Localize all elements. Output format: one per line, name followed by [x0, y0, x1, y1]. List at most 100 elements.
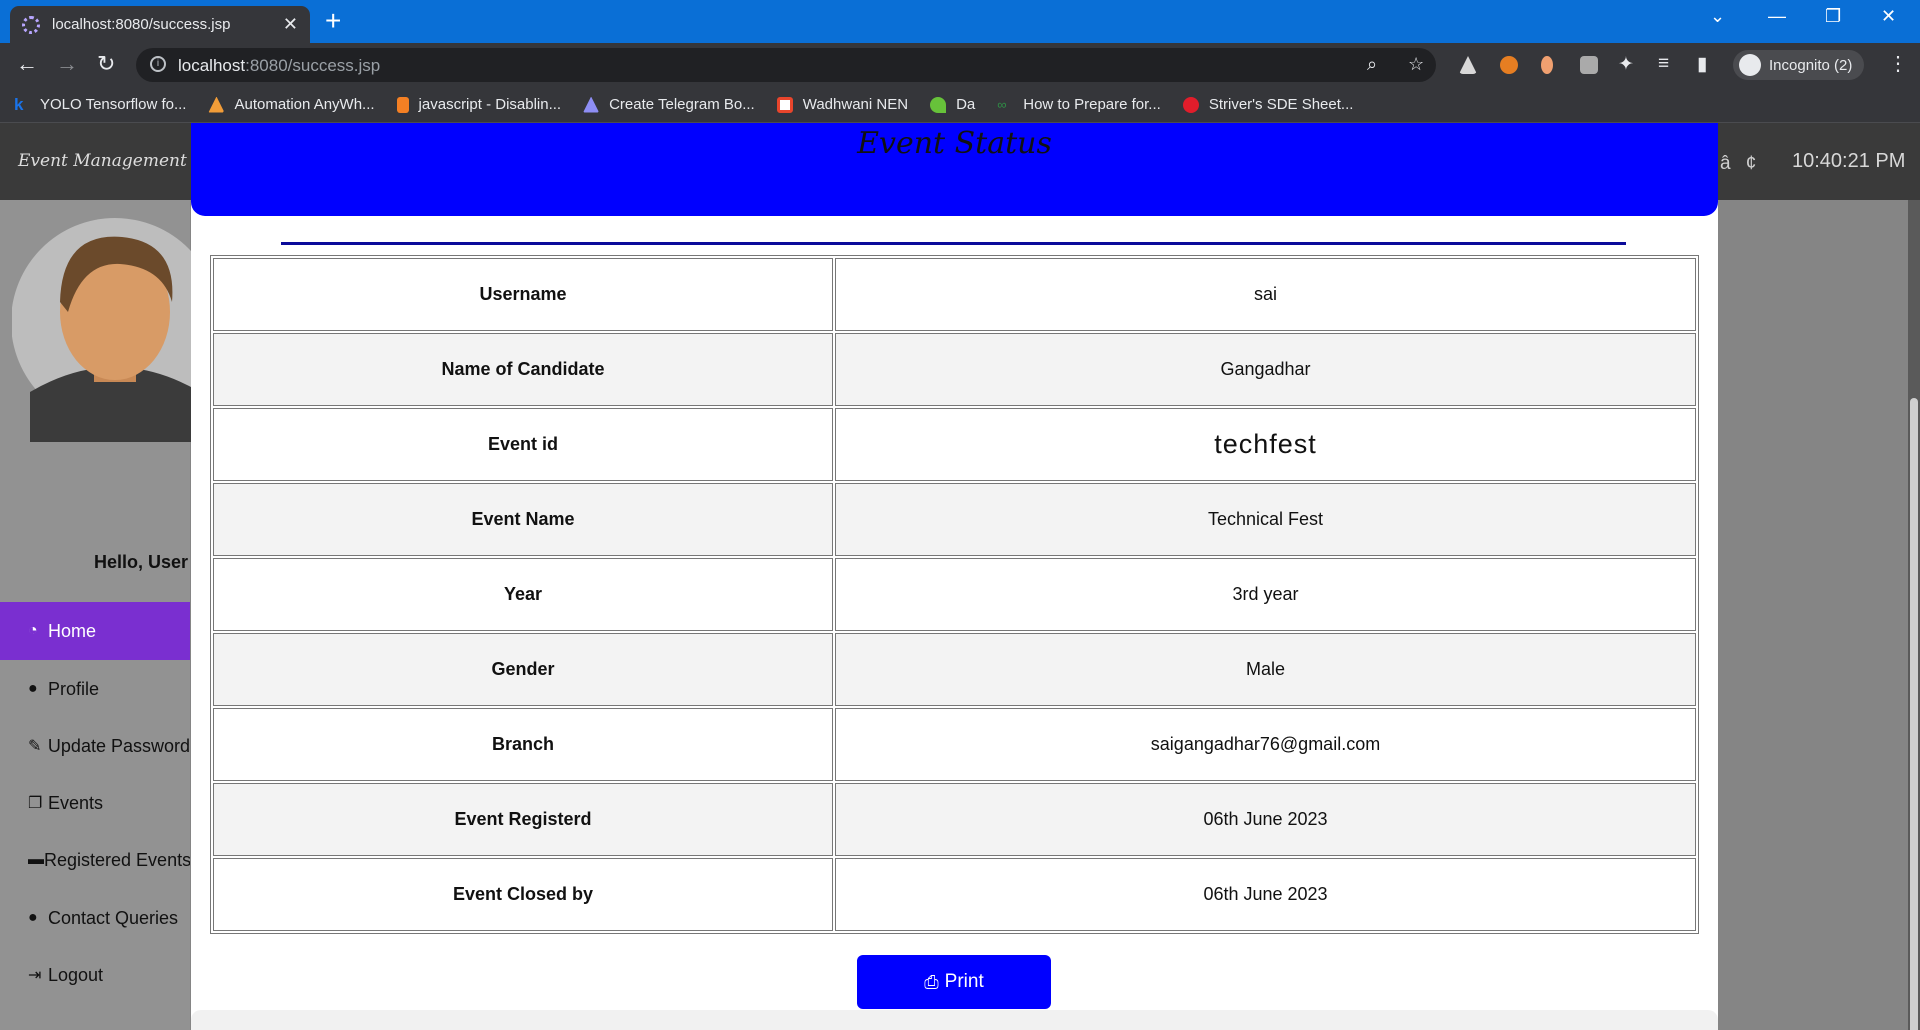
loading-icon	[22, 15, 40, 34]
divider	[281, 242, 1626, 245]
bookmark-item[interactable]: ∞ How to Prepare for...	[997, 96, 1161, 113]
row-label: Name of Candidate	[213, 333, 833, 406]
event-details-table: Username sai Name of Candidate Gangadhar…	[210, 255, 1699, 934]
reload-button[interactable]: ↻	[97, 51, 115, 77]
dashboard-icon: ◔	[28, 622, 38, 639]
incognito-profile-button[interactable]: Incognito (2)	[1733, 50, 1865, 80]
bookmark-k-icon: k	[14, 94, 24, 114]
restore-button[interactable]: ❐	[1825, 6, 1841, 27]
bookmark-item[interactable]: javascript - Disablin...	[396, 96, 561, 113]
back-button[interactable]: ←	[16, 51, 38, 77]
geeksforgeeks-icon: ∞	[997, 96, 1007, 112]
bookmark-item[interactable]: Wadhwani NEN	[776, 96, 908, 113]
row-label: Year	[213, 558, 833, 631]
browser-toolbar: ← → ↻ i localhost:8080/success.jsp ⌕ ☆ ✦…	[0, 43, 1920, 87]
extension-drop-icon[interactable]	[1541, 56, 1553, 74]
close-tab-icon[interactable]: ✕	[283, 14, 298, 35]
bookmark-item[interactable]: Automation AnyWh...	[208, 96, 375, 113]
row-value: 06th June 2023	[835, 858, 1696, 931]
sidebar-item-events[interactable]: ❐ Events	[0, 774, 190, 832]
browser-tab[interactable]: localhost:8080/success.jsp ✕	[10, 6, 310, 43]
user-avatar	[12, 218, 218, 442]
bookmark-box-icon	[776, 96, 793, 113]
table-row: Event id techfest	[213, 408, 1696, 481]
stackoverflow-icon	[396, 96, 409, 113]
row-label: Event id	[213, 408, 833, 481]
sign-out-icon: ⇥	[28, 967, 42, 984]
sidebar-item-home[interactable]: ◔ Home	[0, 602, 190, 660]
table-row: Username sai	[213, 258, 1696, 331]
tab-title: localhost:8080/success.jsp	[52, 16, 231, 33]
extensions-puzzle-icon[interactable]: ✦	[1618, 53, 1634, 76]
close-window-button[interactable]: ✕	[1881, 6, 1896, 27]
row-value: saigangadhar76@gmail.com	[835, 708, 1696, 781]
bookmarks-bar: k YOLO Tensorflow fo... Automation AnyWh.…	[0, 87, 1920, 123]
row-label: Username	[213, 258, 833, 331]
print-label: Print	[944, 971, 984, 992]
sidebar-item-logout[interactable]: ⇥ Logout	[0, 946, 190, 1004]
row-label: Event Registerd	[213, 783, 833, 856]
print-button[interactable]: ⎙ Print	[857, 955, 1051, 1009]
incognito-icon	[1739, 54, 1761, 76]
site-info-icon[interactable]: i	[150, 56, 166, 72]
table-row: Branch saigangadhar76@gmail.com	[213, 708, 1696, 781]
bookmark-item[interactable]: k YOLO Tensorflow fo...	[14, 94, 186, 114]
modal-title: Event Status	[857, 126, 1052, 161]
sidebar: Hello, User ◔ Home ● Profile ✎ Update Passw…	[0, 200, 218, 1030]
tab-search-icon[interactable]: ⌄	[1710, 6, 1725, 27]
sidebar-item-contact-queries[interactable]: ● Contact Queries	[0, 889, 190, 947]
edit-icon: ✎	[28, 738, 42, 755]
zoom-icon[interactable]: ⌕	[1367, 54, 1377, 75]
forward-button[interactable]: →	[56, 51, 78, 77]
row-value: techfest	[835, 408, 1696, 481]
url-text: localhost:8080/success.jsp	[178, 56, 381, 75]
bookmark-shapes-icon	[583, 96, 600, 113]
side-panel-icon[interactable]: ▮	[1697, 53, 1707, 76]
table-row: Event Name Technical Fest	[213, 483, 1696, 556]
extension-c-icon[interactable]	[1500, 56, 1518, 74]
scrollbar-thumb[interactable]	[1910, 398, 1918, 1030]
printer-icon: ⎙	[924, 971, 939, 992]
row-value: Gangadhar	[835, 333, 1696, 406]
bookmark-leaf-icon	[930, 96, 947, 113]
profile-label: Incognito (2)	[1769, 56, 1853, 74]
page-scrollbar[interactable]	[1908, 200, 1920, 1030]
greeting: Hello, User	[93, 552, 188, 572]
card-icon: ▬	[28, 851, 44, 868]
table-row: Year 3rd year	[213, 558, 1696, 631]
new-tab-button[interactable]: +	[325, 6, 341, 36]
extension-mountain-icon[interactable]	[1459, 56, 1477, 74]
sidebar-item-registered-events[interactable]: ▬ Registered Events	[0, 831, 190, 889]
menu-kebab-icon[interactable]: ⋮	[1888, 51, 1908, 76]
page-viewport: Event Management Syste â¢ 10:40:21 PM H…	[0, 123, 1920, 1030]
row-label: Event Closed by	[213, 858, 833, 931]
table-row: Event Registerd 06th June 2023	[213, 783, 1696, 856]
row-label: Gender	[213, 633, 833, 706]
modal-footer	[191, 1010, 1718, 1030]
user-icon: ●	[28, 680, 38, 697]
header-glyph: â¢	[1720, 153, 1757, 174]
event-status-modal: Event Status Username sai Name of Candid…	[191, 123, 1718, 1030]
row-label: Branch	[213, 708, 833, 781]
bookmark-item[interactable]: Da	[930, 96, 975, 113]
bookmark-star-icon[interactable]: ☆	[1408, 54, 1424, 75]
bookmark-item[interactable]: Striver's SDE Sheet...	[1182, 96, 1353, 113]
comments-icon: ●	[28, 909, 38, 926]
row-label: Event Name	[213, 483, 833, 556]
row-value: sai	[835, 258, 1696, 331]
bookmark-item[interactable]: Create Telegram Bo...	[583, 96, 755, 113]
extension-image-icon[interactable]	[1580, 56, 1598, 74]
address-bar[interactable]: i localhost:8080/success.jsp ⌕ ☆	[136, 48, 1436, 82]
row-value: Technical Fest	[835, 483, 1696, 556]
sidebar-item-update-password[interactable]: ✎ Update Password	[0, 717, 190, 775]
table-row: Gender Male	[213, 633, 1696, 706]
sidebar-item-profile[interactable]: ● Profile	[0, 660, 190, 718]
table-row: Event Closed by 06th June 2023	[213, 858, 1696, 931]
minimize-button[interactable]: —	[1768, 6, 1786, 27]
modal-header: Event Status	[191, 123, 1718, 216]
title-bar: localhost:8080/success.jsp ✕ + ⌄ — ❐ ✕	[0, 0, 1920, 43]
row-value: Male	[835, 633, 1696, 706]
media-control-icon[interactable]: ≡	[1658, 53, 1669, 75]
takeuforward-icon	[1182, 96, 1199, 113]
bookmark-triangle-icon	[208, 96, 225, 113]
